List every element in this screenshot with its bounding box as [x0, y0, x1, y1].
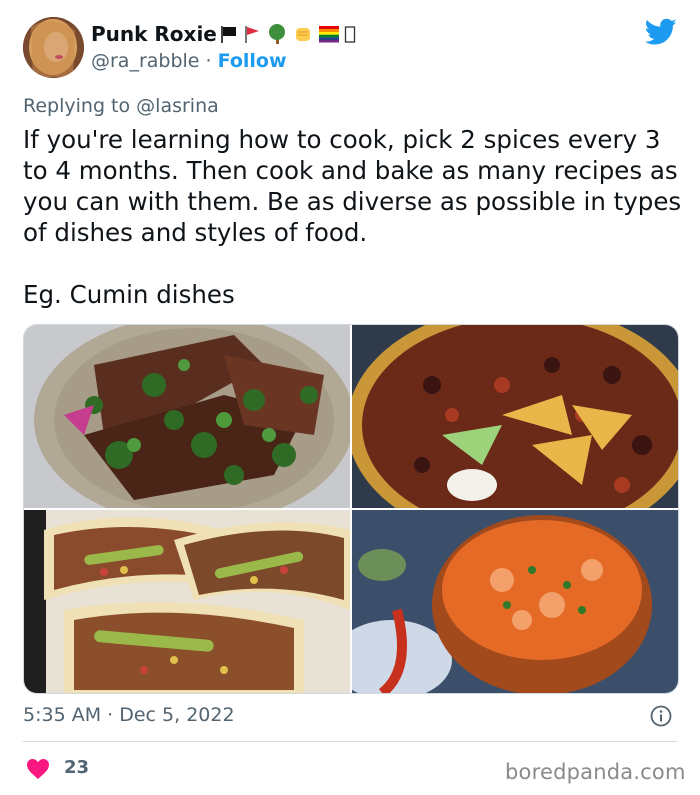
raised-fist-icon [292, 23, 314, 49]
black-flag-icon [218, 24, 238, 48]
tweet-text: If you're learning how to cook, pick 2 s… [23, 125, 682, 309]
shrimp-stew-bowl-image[interactable] [352, 510, 678, 693]
handle-row: @ra_rabble · Follow [91, 50, 287, 72]
info-icon[interactable] [650, 705, 672, 727]
tweet-timestamp[interactable]: 5:35 AM · Dec 5, 2022 [23, 704, 235, 726]
avatar[interactable] [23, 17, 84, 78]
replying-prefix: Replying to [23, 95, 131, 117]
author-handle[interactable]: @ra_rabble [91, 50, 200, 72]
rainbow-flag-icon [318, 25, 340, 47]
media-grid[interactable] [23, 324, 679, 694]
twitter-bird-icon[interactable] [645, 18, 677, 46]
red-flag-icon [242, 24, 262, 48]
handle-separator: · [205, 50, 212, 72]
bowl-of-chili-with-chips-image[interactable] [352, 325, 678, 508]
follow-button[interactable]: Follow [218, 50, 287, 72]
action-divider [23, 741, 677, 742]
tree-icon [266, 23, 288, 49]
author-name[interactable]: Punk Roxie [91, 22, 217, 46]
like-count[interactable]: 23 [64, 757, 89, 778]
name-emojis [218, 23, 356, 49]
reply-mention[interactable]: @lasrina [136, 95, 219, 117]
heart-icon[interactable] [26, 758, 50, 780]
unknown-glyph-icon [344, 24, 356, 48]
grilled-steak-with-herbs-image[interactable] [24, 325, 350, 508]
watermark: boredpanda.com [505, 760, 686, 784]
replying-to: Replying to @lasrina [23, 95, 219, 117]
tacos-with-vegetables-image[interactable] [24, 510, 350, 693]
